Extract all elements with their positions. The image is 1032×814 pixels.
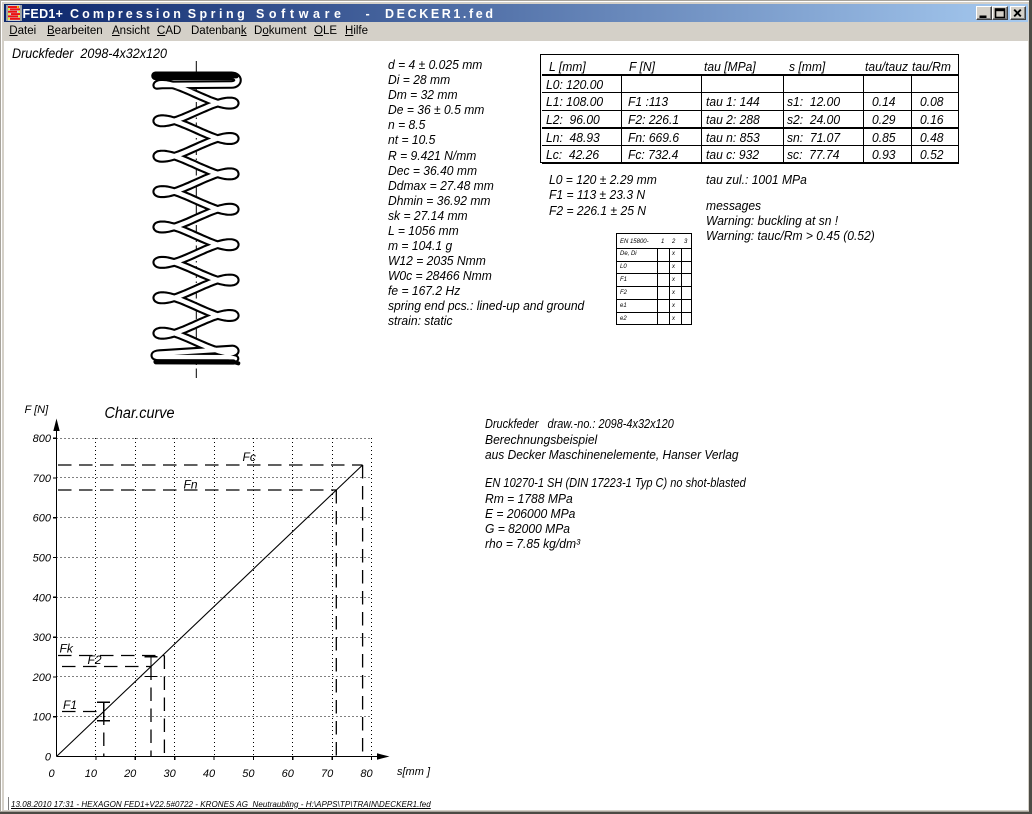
- svg-text:10: 10: [85, 768, 98, 780]
- svg-text:70: 70: [321, 768, 334, 780]
- svg-text:700: 700: [33, 473, 52, 485]
- svg-text:100: 100: [33, 712, 52, 724]
- svg-text:500: 500: [33, 553, 52, 565]
- svg-text:Fn: Fn: [184, 477, 198, 491]
- svg-text:Fc: Fc: [243, 450, 256, 464]
- svg-text:200: 200: [32, 672, 52, 684]
- svg-text:800: 800: [33, 433, 52, 445]
- svg-text:Fk: Fk: [60, 641, 74, 655]
- svg-text:20: 20: [123, 768, 137, 780]
- svg-text:50: 50: [242, 768, 255, 780]
- svg-text:40: 40: [203, 768, 216, 780]
- svg-text:80: 80: [360, 768, 373, 780]
- svg-text:300: 300: [33, 632, 52, 644]
- svg-text:0: 0: [45, 752, 52, 764]
- svg-text:s[mm ]: s[mm ]: [397, 766, 431, 778]
- svg-text:400: 400: [33, 592, 52, 604]
- svg-text:Char.curve: Char.curve: [105, 405, 175, 422]
- svg-text:F2: F2: [88, 653, 102, 667]
- svg-text:F [N]: F [N]: [25, 404, 50, 416]
- svg-text:F1: F1: [63, 698, 77, 712]
- svg-text:60: 60: [282, 768, 295, 780]
- svg-text:30: 30: [163, 768, 176, 780]
- svg-text:0: 0: [48, 768, 55, 780]
- svg-text:600: 600: [33, 513, 52, 525]
